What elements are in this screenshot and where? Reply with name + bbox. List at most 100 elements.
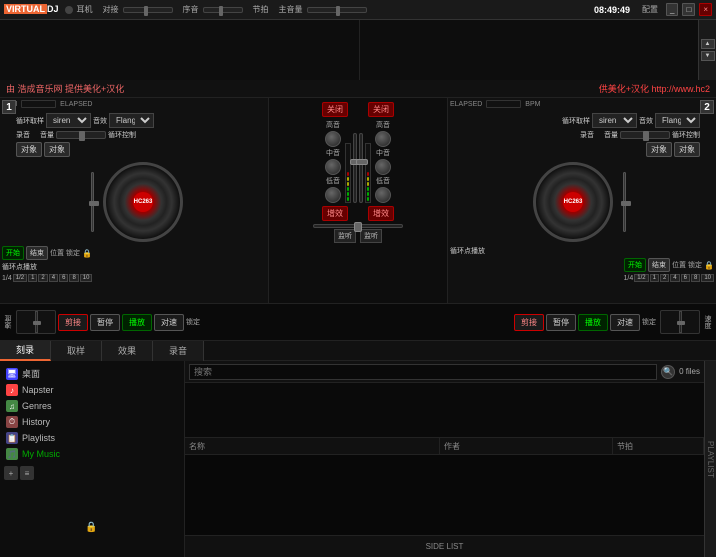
browser-list-area <box>185 383 704 437</box>
deck2-transport: 剪接 暂停 播放 对速 锁定 速度 <box>448 308 716 336</box>
browser-col-bpm: 节拍 <box>613 438 704 454</box>
deck1-speed-slider[interactable] <box>16 310 56 334</box>
playlist-vertical-label: PLAYLIST <box>706 441 715 478</box>
mixer-high-knob-left[interactable] <box>325 131 341 147</box>
preview-btn-1[interactable]: ▲ <box>701 39 715 49</box>
deck2-loop-1[interactable]: 1 <box>650 274 659 282</box>
deck1-loop-10[interactable]: 10 <box>80 274 93 282</box>
deck2-turntable[interactable]: HC263 <box>533 162 613 242</box>
deck2-loop-1-2[interactable]: 1/2 <box>634 274 648 282</box>
mixer-monitor-right-btn[interactable]: 监听 <box>360 229 382 243</box>
sidebar-item-mymusic[interactable]: 🎵 My Music <box>4 446 180 462</box>
preview-btn-2[interactable]: ▼ <box>701 51 715 61</box>
deck1-turntable[interactable]: HC263 <box>103 162 183 242</box>
deck-1: BPM ELAPSED 1 循环取样 siren 音效 Flanger 录音 音… <box>0 98 268 303</box>
deck2-turntable-label: HC263 <box>563 192 583 212</box>
deck1-loop-1[interactable]: 1 <box>28 274 37 282</box>
deck1-target1-btn[interactable]: 对象 <box>16 142 42 157</box>
deck1-end-btn[interactable]: 结束 <box>26 246 48 260</box>
deck1-target2-btn[interactable]: 对象 <box>44 142 70 157</box>
minimize-button[interactable]: _ <box>666 3 678 16</box>
deck1-lock-icon: 🔒 <box>82 249 92 258</box>
desktop-icon: 🖥 <box>6 368 18 380</box>
deck2-pitch-slider[interactable] <box>617 167 631 237</box>
deck1-siren-select[interactable]: siren <box>46 113 91 128</box>
deck2-indicators: ELAPSED BPM <box>450 100 714 108</box>
mixer-high-knob-right[interactable] <box>375 131 391 147</box>
sidebar-special-icon-2[interactable]: ≡ <box>20 466 34 480</box>
deck2-target2-btn[interactable]: 对象 <box>674 142 700 157</box>
info-right: 供美化+汉化 http://www.hc2 <box>599 82 710 95</box>
sidebar-item-desktop[interactable]: 🖥 桌面 <box>4 365 180 382</box>
deck1-loop-6[interactable]: 6 <box>59 274 68 282</box>
sidebar-item-playlists[interactable]: 📋 Playlists <box>4 430 180 446</box>
tab-effects[interactable]: 效果 <box>102 341 153 361</box>
deck2-play-btn[interactable]: 播放 <box>578 314 608 331</box>
browser-content-area <box>185 455 704 535</box>
maximize-button[interactable]: □ <box>682 3 695 16</box>
deck2-end-btn[interactable]: 结束 <box>648 258 670 272</box>
deck2-volume-slider[interactable] <box>620 131 670 139</box>
mixer-boost-btn-left[interactable]: 增效 <box>322 206 348 221</box>
mixer-mid-knob-left[interactable] <box>325 159 341 175</box>
deck1-start-btn[interactable]: 开始 <box>2 246 24 260</box>
deck2-speed-slider[interactable] <box>660 310 700 334</box>
master-label: 主音量 <box>279 4 303 15</box>
mixer-close-btn-1[interactable]: 关闭 <box>322 102 348 117</box>
sidebar-lock-icon: 🔒 <box>85 522 97 533</box>
mixer-low-knob-right[interactable] <box>375 187 391 203</box>
deck2-elapsed-label: ELAPSED <box>450 101 482 108</box>
sidebar-item-napster[interactable]: ♪ Napster <box>4 382 180 398</box>
deck1-loop-2[interactable]: 2 <box>38 274 47 282</box>
deck1-play-btn[interactable]: 播放 <box>122 314 152 331</box>
browser-search-icon[interactable]: 🔍 <box>661 365 675 379</box>
deck2-loop-8[interactable]: 8 <box>691 274 700 282</box>
mixer-fader-right[interactable] <box>359 133 363 203</box>
mixer-high-left: 高音 <box>326 120 340 130</box>
deck1-pause-btn[interactable]: 暂停 <box>90 314 120 331</box>
deck2-start-btn[interactable]: 开始 <box>624 258 646 272</box>
deck1-volume-slider[interactable] <box>56 131 106 139</box>
deck2-match-btn[interactable]: 对速 <box>610 314 640 331</box>
deck1-pitch-slider[interactable] <box>85 167 99 237</box>
mixer-mid-left: 中音 <box>326 148 340 158</box>
sidebar-item-playlists-label: Playlists <box>22 433 55 443</box>
deck1-cut-btn[interactable]: 剪接 <box>58 314 88 331</box>
tab-record[interactable]: 刻录 <box>0 341 51 361</box>
deck1-loop-8[interactable]: 8 <box>69 274 78 282</box>
deck2-loop-2[interactable]: 2 <box>660 274 669 282</box>
sequence-label: 序音 <box>183 4 199 15</box>
mixer-close-btn-2[interactable]: 关闭 <box>368 102 394 117</box>
mixer-crossfader[interactable] <box>313 224 403 228</box>
deck1-loop-1-2[interactable]: 1/2 <box>13 274 27 282</box>
top-bar-left: VIRTUALDJ 耳机 对接 序音 节拍 主音量 <box>4 4 367 15</box>
deck2-cut-btn[interactable]: 剪接 <box>514 314 544 331</box>
deck2-siren-select[interactable]: siren <box>592 113 637 128</box>
browser-column-headers: 名称 作者 节拍 <box>185 437 704 455</box>
sidebar-special-icon-1[interactable]: + <box>4 466 18 480</box>
deck2-target1-btn[interactable]: 对象 <box>646 142 672 157</box>
deck1-match-btn[interactable]: 对速 <box>154 314 184 331</box>
deck2-loop-frac-row: 1/4 1/2 1 2 4 6 8 10 <box>450 274 714 282</box>
deck2-loop-6[interactable]: 6 <box>681 274 690 282</box>
deck1-loop-4[interactable]: 4 <box>49 274 58 282</box>
browser-file-count: 0 files <box>679 367 700 376</box>
mixer-monitor-left-btn[interactable]: 监听 <box>334 229 356 243</box>
sidebar-item-genres[interactable]: ♫ Genres <box>4 398 180 414</box>
mixer-mid-knob-right[interactable] <box>375 159 391 175</box>
deck2-loop-10[interactable]: 10 <box>701 274 714 282</box>
browser-search-input[interactable] <box>189 364 657 380</box>
mymusic-icon: 🎵 <box>6 448 18 460</box>
deck1-flanger-select[interactable]: Flanger <box>109 113 154 128</box>
deck2-loop-4[interactable]: 4 <box>670 274 679 282</box>
mixer-low-knob-left[interactable] <box>325 187 341 203</box>
close-button[interactable]: × <box>699 3 712 16</box>
mixer-fader-left[interactable] <box>353 133 357 203</box>
mixer-boost-btn-right[interactable]: 增效 <box>368 206 394 221</box>
tab-audio[interactable]: 录音 <box>153 341 204 361</box>
deck2-volume-label: 音量 <box>604 130 618 140</box>
deck2-pause-btn[interactable]: 暂停 <box>546 314 576 331</box>
sidebar-item-history[interactable]: ⏱ History <box>4 414 180 430</box>
deck2-flanger-select[interactable]: Flanger <box>655 113 700 128</box>
tab-sample[interactable]: 取样 <box>51 341 102 361</box>
